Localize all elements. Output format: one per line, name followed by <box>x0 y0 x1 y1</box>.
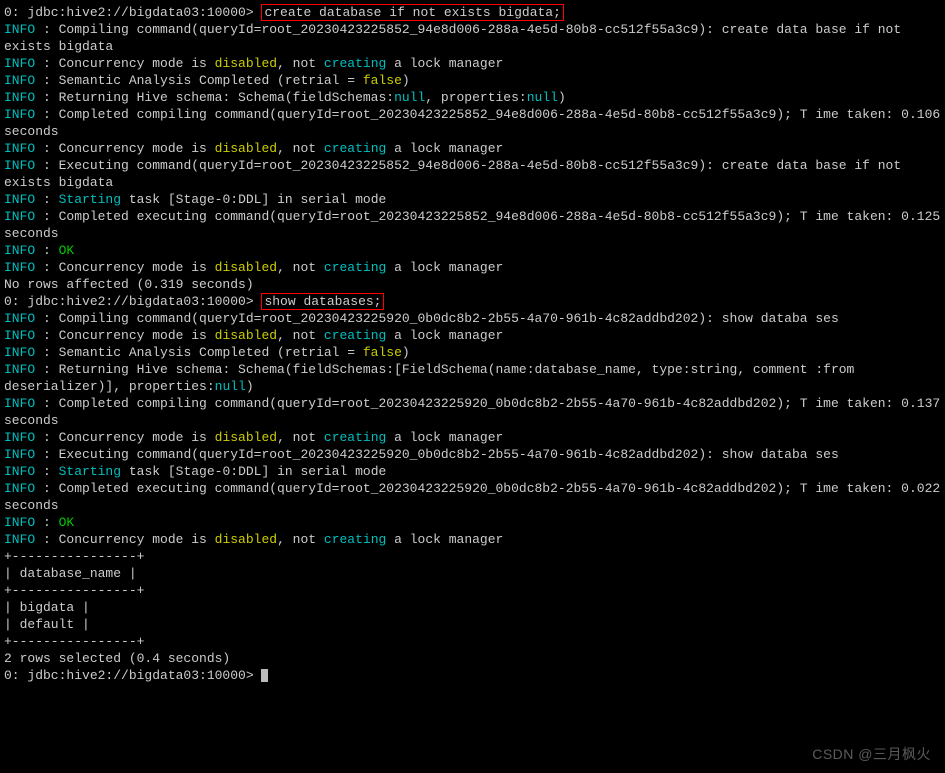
watermark: CSDN @三月枫火 <box>812 746 931 763</box>
table-border: +----------------+ <box>4 548 941 565</box>
result-summary: 2 rows selected (0.4 seconds) <box>4 650 941 667</box>
log-line: INFO : Compiling command(queryId=root_20… <box>4 310 941 327</box>
prompt-line-2[interactable]: 0: jdbc:hive2://bigdata03:10000> show da… <box>4 293 941 310</box>
log-line: No rows affected (0.319 seconds) <box>4 276 941 293</box>
log-line: INFO : Semantic Analysis Completed (retr… <box>4 72 941 89</box>
log-line: INFO : Concurrency mode is disabled, not… <box>4 259 941 276</box>
log-line: INFO : Concurrency mode is disabled, not… <box>4 55 941 72</box>
log-line: INFO : Completed compiling command(query… <box>4 106 941 140</box>
table-border: +----------------+ <box>4 633 941 650</box>
log-line: INFO : Concurrency mode is disabled, not… <box>4 327 941 344</box>
log-line: INFO : Semantic Analysis Completed (retr… <box>4 344 941 361</box>
log-line: INFO : Executing command(queryId=root_20… <box>4 157 941 191</box>
log-line: INFO : Completed executing command(query… <box>4 208 941 242</box>
log-line: INFO : Returning Hive schema: Schema(fie… <box>4 89 941 106</box>
log-line: INFO : Completed compiling command(query… <box>4 395 941 429</box>
prompt-line-1[interactable]: 0: jdbc:hive2://bigdata03:10000> create … <box>4 4 941 21</box>
table-header: | database_name | <box>4 565 941 582</box>
command-2-highlight: show databases; <box>261 293 384 310</box>
log-line: INFO : OK <box>4 242 941 259</box>
log-line: INFO : Executing command(queryId=root_20… <box>4 446 941 463</box>
table-border: +----------------+ <box>4 582 941 599</box>
log-line: INFO : Completed executing command(query… <box>4 480 941 514</box>
log-line: INFO : Compiling command(queryId=root_20… <box>4 21 941 55</box>
log-line: INFO : OK <box>4 514 941 531</box>
log-line: INFO : Concurrency mode is disabled, not… <box>4 429 941 446</box>
cursor <box>261 669 268 682</box>
log-line: INFO : Returning Hive schema: Schema(fie… <box>4 361 941 395</box>
terminal-output[interactable]: 0: jdbc:hive2://bigdata03:10000> create … <box>4 4 941 684</box>
log-line: INFO : Concurrency mode is disabled, not… <box>4 531 941 548</box>
table-row: | default | <box>4 616 941 633</box>
log-line: INFO : Concurrency mode is disabled, not… <box>4 140 941 157</box>
prompt-line-3[interactable]: 0: jdbc:hive2://bigdata03:10000> <box>4 667 941 684</box>
command-1-highlight: create database if not exists bigdata; <box>261 4 563 21</box>
log-line: INFO : Starting task [Stage-0:DDL] in se… <box>4 191 941 208</box>
log-line: INFO : Starting task [Stage-0:DDL] in se… <box>4 463 941 480</box>
table-row: | bigdata | <box>4 599 941 616</box>
